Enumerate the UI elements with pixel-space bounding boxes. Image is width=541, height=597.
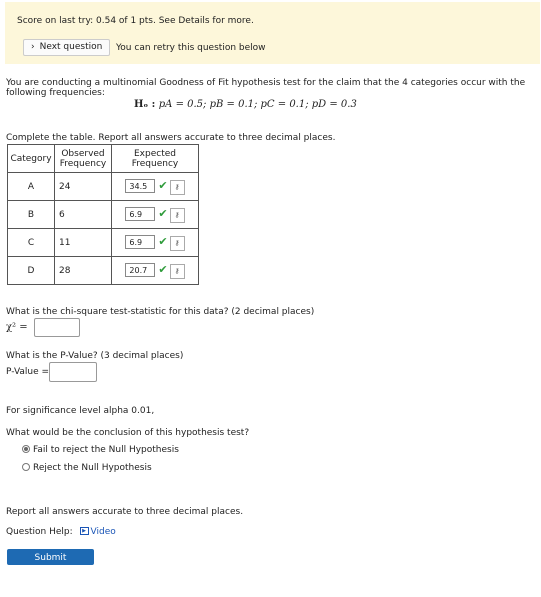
conclusion-question: What would be the conclusion of this hyp… bbox=[6, 428, 250, 438]
check-icon: ✔ bbox=[158, 262, 168, 276]
category-cell: B bbox=[7, 200, 55, 229]
header-category: Category bbox=[7, 144, 55, 173]
radio-button-selected[interactable] bbox=[22, 444, 30, 453]
expected-cell: 20.7 ✔ ⚷ bbox=[111, 256, 199, 285]
observed-cell: 28 bbox=[54, 256, 112, 285]
h0-label: Hₒ : bbox=[134, 99, 159, 110]
chi-square-input[interactable] bbox=[34, 318, 80, 337]
radio-button[interactable] bbox=[22, 462, 30, 471]
pd-text: pD = 0.3 bbox=[311, 99, 357, 110]
score-banner: Score on last try: 0.54 of 1 pts. See De… bbox=[5, 2, 540, 64]
observed-cell: 6 bbox=[54, 200, 112, 229]
expected-input[interactable]: 6.9 bbox=[125, 234, 156, 249]
null-hypothesis: Hₒ : pA = 0.5; pB = 0.1; pC = 0.1; pD = … bbox=[134, 99, 357, 110]
check-icon: ✔ bbox=[158, 234, 168, 248]
retry-text: You can retry this question below bbox=[116, 43, 266, 53]
pb-text: pB = 0.1; bbox=[209, 99, 261, 110]
next-question-button[interactable]: › Next question bbox=[23, 39, 111, 56]
alpha-text: For significance level alpha 0.01, bbox=[6, 406, 155, 416]
frequency-table: Category Observed Frequency Expected Fre… bbox=[7, 144, 199, 285]
chevron-right-icon: › bbox=[31, 42, 35, 52]
problem-statement: You are conducting a multinomial Goodnes… bbox=[6, 78, 526, 98]
expected-cell: 6.9 ✔ ⚷ bbox=[111, 228, 199, 257]
header-expected: Expected Frequency bbox=[111, 144, 199, 173]
table-row: A 24 34.5 ✔ ⚷ bbox=[7, 172, 199, 201]
key-icon[interactable]: ⚷ bbox=[169, 263, 185, 279]
expected-input[interactable]: 20.7 bbox=[125, 262, 156, 277]
key-icon[interactable]: ⚷ bbox=[169, 179, 185, 195]
category-cell: D bbox=[7, 256, 55, 285]
option-fail-to-reject[interactable]: Fail to reject the Null Hypothesis bbox=[22, 444, 179, 457]
p-value-input[interactable] bbox=[49, 362, 97, 382]
expected-input[interactable]: 34.5 bbox=[125, 178, 156, 193]
report-instruction: Report all answers accurate to three dec… bbox=[6, 507, 244, 517]
key-icon[interactable]: ⚷ bbox=[169, 235, 185, 251]
table-row: C 11 6.9 ✔ ⚷ bbox=[7, 228, 199, 257]
table-row: B 6 6.9 ✔ ⚷ bbox=[7, 200, 199, 229]
p-value-label: P-Value = bbox=[6, 367, 50, 377]
pc-text: pC = 0.1; bbox=[260, 99, 312, 110]
chi-square-label: χ² = bbox=[6, 322, 28, 333]
video-label: Video bbox=[90, 527, 116, 537]
video-link[interactable]: ▶ Video bbox=[79, 526, 116, 537]
key-icon[interactable]: ⚷ bbox=[169, 207, 185, 223]
question-help: Question Help: ▶ Video bbox=[6, 526, 116, 537]
next-question-label: Next question bbox=[39, 42, 103, 52]
option-label: Reject the Null Hypothesis bbox=[33, 463, 152, 473]
expected-cell: 6.9 ✔ ⚷ bbox=[111, 200, 199, 229]
p-value-question: What is the P-Value? (3 decimal places) bbox=[6, 351, 184, 361]
observed-cell: 24 bbox=[54, 172, 112, 201]
video-icon: ▶ bbox=[79, 526, 89, 535]
chi-square-question: What is the chi-square test-statistic fo… bbox=[6, 307, 315, 317]
option-label: Fail to reject the Null Hypothesis bbox=[33, 445, 179, 455]
table-row: D 28 20.7 ✔ ⚷ bbox=[7, 256, 199, 285]
pa-text: pA = 0.5; bbox=[158, 99, 210, 110]
expected-input[interactable]: 6.9 bbox=[125, 206, 156, 221]
help-label: Question Help: bbox=[6, 527, 73, 537]
expected-cell: 34.5 ✔ ⚷ bbox=[111, 172, 199, 201]
observed-cell: 11 bbox=[54, 228, 112, 257]
score-text: Score on last try: 0.54 of 1 pts. See De… bbox=[17, 16, 254, 26]
category-cell: C bbox=[7, 228, 55, 257]
check-icon: ✔ bbox=[158, 206, 168, 220]
table-instruction: Complete the table. Report all answers a… bbox=[6, 133, 336, 143]
submit-question-button[interactable]: Submit Question bbox=[7, 549, 94, 579]
header-observed: Observed Frequency bbox=[54, 144, 112, 173]
option-reject[interactable]: Reject the Null Hypothesis bbox=[22, 462, 152, 475]
category-cell: A bbox=[7, 172, 55, 201]
check-icon: ✔ bbox=[158, 178, 168, 192]
